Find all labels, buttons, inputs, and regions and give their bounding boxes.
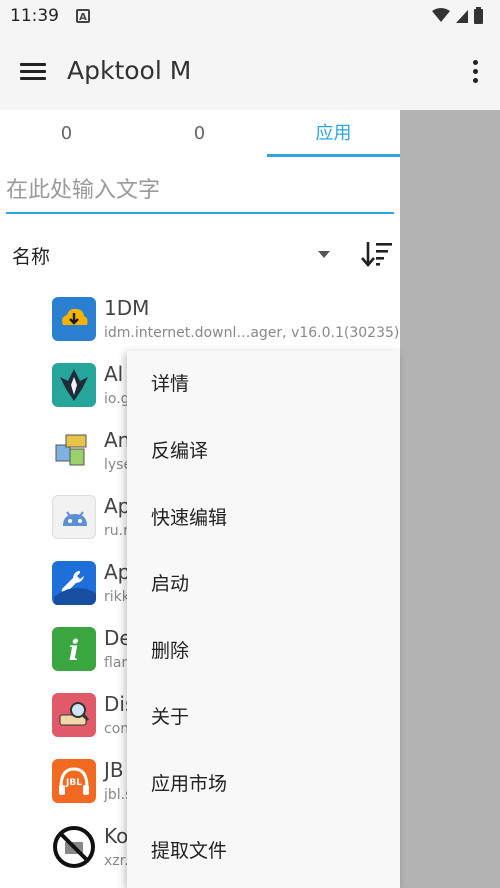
tab-bar: 0 0 应用 bbox=[0, 110, 400, 158]
app-name: JB bbox=[104, 758, 124, 782]
menu-item-launch[interactable]: 启动 bbox=[127, 551, 400, 617]
app-package: io.g bbox=[104, 391, 130, 407]
info-icon: i bbox=[52, 627, 96, 671]
tab-apps[interactable]: 应用 bbox=[267, 110, 400, 158]
app-package: con bbox=[104, 721, 130, 737]
tab-indicator bbox=[267, 154, 400, 157]
jbl-headphones-icon: JBL bbox=[52, 759, 96, 803]
context-menu: 详情 反编译 快速编辑 启动 删除 关于 应用市场 提取文件 bbox=[127, 351, 400, 888]
status-icons bbox=[430, 6, 490, 30]
sort-order-icon[interactable] bbox=[360, 240, 394, 272]
android-icon bbox=[52, 495, 96, 539]
chevron-down-icon[interactable] bbox=[318, 251, 330, 258]
status-bar: 11:39 A bbox=[0, 0, 500, 34]
app-name: Al bbox=[104, 362, 124, 386]
app-package: ru.r bbox=[104, 523, 129, 539]
app-package: xzr. bbox=[104, 853, 129, 869]
menu-item-about[interactable]: 关于 bbox=[127, 684, 400, 750]
app-package: idm.internet.downl…ager, v16.0.1(30235) bbox=[104, 325, 400, 341]
menu-item-delete[interactable]: 删除 bbox=[127, 618, 400, 684]
svg-text:i: i bbox=[69, 634, 80, 667]
tab-count-1[interactable]: 0 bbox=[0, 110, 133, 158]
no-entry-icon bbox=[52, 825, 96, 869]
more-options-icon[interactable] bbox=[470, 58, 480, 86]
hamburger-menu-icon[interactable] bbox=[18, 60, 48, 82]
wifi-signal-battery-icon bbox=[432, 7, 483, 24]
svg-text:JBL: JBL bbox=[65, 778, 82, 788]
status-time: 11:39 bbox=[10, 6, 59, 26]
menu-item-app-market[interactable]: 应用市场 bbox=[127, 751, 400, 817]
app-name: Ko bbox=[104, 824, 129, 848]
menu-item-details[interactable]: 详情 bbox=[127, 351, 400, 417]
notification-icon: A bbox=[76, 9, 90, 23]
list-item[interactable]: 1DM idm.internet.downl…ager, v16.0.1(302… bbox=[0, 288, 400, 354]
app-title: Apktool M bbox=[67, 56, 192, 85]
magisk-icon bbox=[52, 363, 96, 407]
disk-icon bbox=[52, 693, 96, 737]
search-input[interactable] bbox=[6, 168, 394, 214]
sort-label: 名称 bbox=[12, 246, 51, 268]
drawer-scrim[interactable] bbox=[400, 110, 500, 888]
cloud-download-icon bbox=[52, 297, 96, 341]
menu-item-extract-files[interactable]: 提取文件 bbox=[127, 818, 400, 884]
app-package: rikk bbox=[104, 589, 130, 605]
app-package: flar bbox=[104, 655, 128, 671]
menu-item-quick-edit[interactable]: 快速编辑 bbox=[127, 485, 400, 551]
package-tools-icon bbox=[52, 429, 96, 473]
app-name: 1DM bbox=[104, 296, 150, 320]
sort-row: 名称 bbox=[0, 232, 400, 276]
wrench-icon bbox=[52, 561, 96, 605]
app-bar: Apktool M bbox=[0, 34, 500, 110]
menu-item-decompile[interactable]: 反编译 bbox=[127, 418, 400, 484]
tab-count-2[interactable]: 0 bbox=[133, 110, 266, 158]
